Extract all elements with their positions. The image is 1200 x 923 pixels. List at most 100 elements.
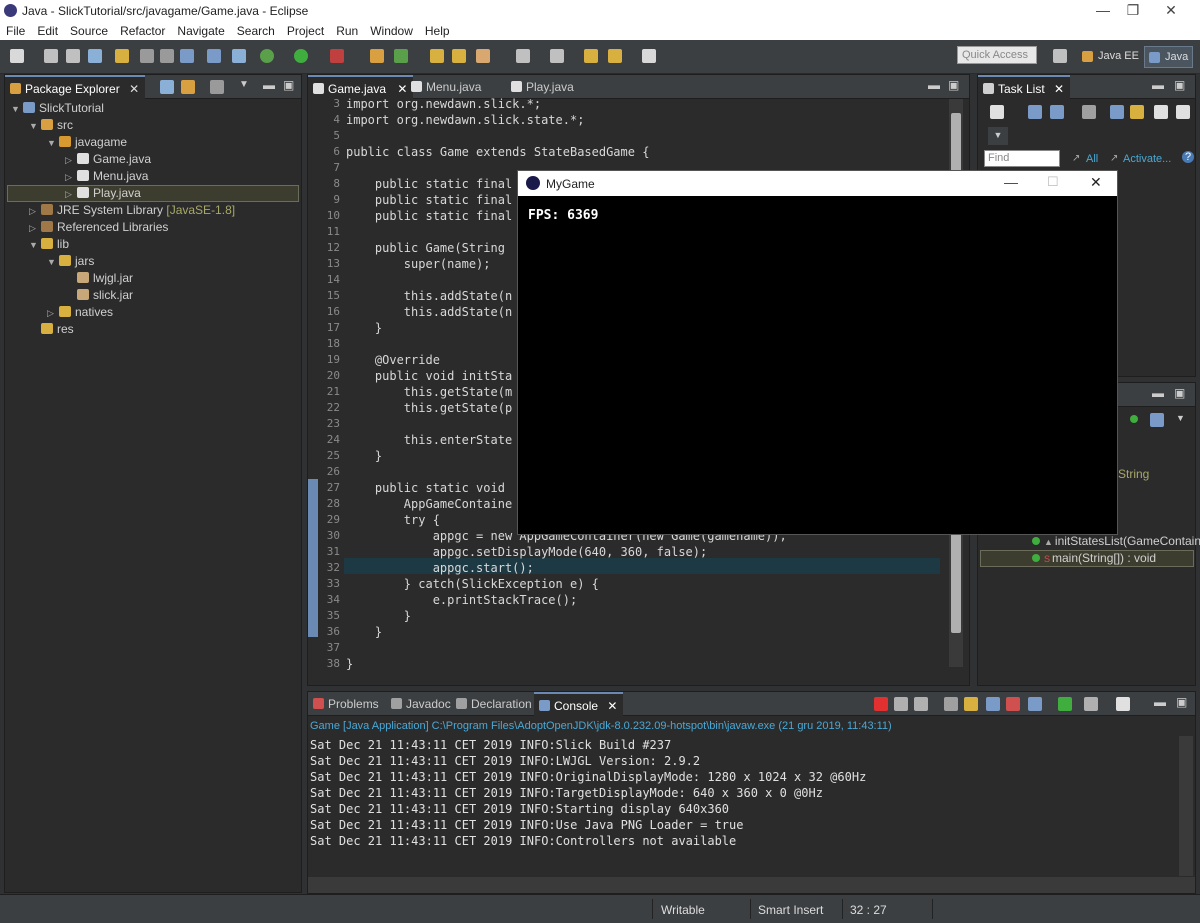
skip-breakpoints-icon[interactable] bbox=[232, 49, 246, 63]
minimize-view-icon[interactable]: ▬ bbox=[928, 78, 940, 92]
save-all-icon[interactable] bbox=[66, 49, 80, 63]
tree-item-javagame[interactable]: ▼ javagame bbox=[47, 135, 127, 152]
close-icon[interactable] bbox=[1176, 105, 1190, 119]
maximize-view-icon[interactable]: ▣ bbox=[1174, 78, 1185, 92]
tree-item-game-java[interactable]: ▷ Game.java bbox=[65, 152, 151, 169]
synchronize-icon[interactable] bbox=[1130, 105, 1144, 119]
menu-project[interactable]: Project bbox=[287, 24, 324, 38]
maximize-icon[interactable]: ☐ bbox=[1047, 174, 1059, 190]
close-tab-icon[interactable]: ✕ bbox=[1054, 82, 1064, 96]
save-icon[interactable] bbox=[44, 49, 58, 63]
tree-item-project[interactable]: ▼ SlickTutorial bbox=[11, 101, 104, 118]
close-icon[interactable]: ✕ bbox=[1090, 174, 1102, 191]
external-tools-icon[interactable] bbox=[330, 49, 344, 63]
public-filter-icon[interactable] bbox=[1130, 415, 1138, 423]
minimize-icon[interactable]: — bbox=[1004, 174, 1018, 190]
show-source-icon[interactable] bbox=[180, 49, 194, 63]
tab-declaration[interactable]: Declaration bbox=[451, 692, 538, 716]
menu-help[interactable]: Help bbox=[425, 24, 450, 38]
tree-item-src[interactable]: ▼ src bbox=[29, 118, 73, 135]
close-tab-icon[interactable]: ✕ bbox=[129, 82, 139, 96]
word-wrap-icon[interactable] bbox=[986, 697, 1000, 711]
outline-item-initstateslist[interactable]: ▲ initStatesList(GameContainer bbox=[1032, 534, 1200, 551]
minimize-view-icon[interactable]: ▬ bbox=[1154, 695, 1166, 709]
open-perspective-icon[interactable] bbox=[1053, 49, 1067, 63]
minimize-icon[interactable] bbox=[1154, 105, 1168, 119]
link-with-editor-icon[interactable] bbox=[181, 80, 195, 94]
view-menu-icon[interactable]: ▼ bbox=[988, 127, 1008, 145]
tab-package-explorer[interactable]: Package Explorer ✕ bbox=[5, 75, 146, 99]
collapse-all-icon[interactable] bbox=[1110, 105, 1124, 119]
tree-item-jars[interactable]: ▼ jars bbox=[47, 254, 94, 271]
quick-access-input[interactable]: Quick Access bbox=[957, 46, 1037, 64]
clear-console-icon[interactable] bbox=[944, 697, 958, 711]
remove-all-terminated-icon[interactable] bbox=[914, 697, 928, 711]
tree-item-ref-libs[interactable]: ▷ Referenced Libraries bbox=[29, 220, 168, 237]
status-insert-mode[interactable]: Smart Insert bbox=[758, 903, 823, 917]
tree-item-jre[interactable]: ▷ JRE System Library [JavaSE-1.8] bbox=[29, 203, 235, 220]
last-edit-location-icon[interactable] bbox=[584, 49, 598, 63]
toggle-block-icon[interactable] bbox=[140, 49, 154, 63]
maximize-icon[interactable]: ❐ bbox=[1118, 2, 1148, 19]
show-on-error-icon[interactable] bbox=[1028, 697, 1042, 711]
maximize-view-icon[interactable]: ▣ bbox=[948, 78, 959, 92]
terminate-icon[interactable] bbox=[874, 697, 888, 711]
perspective-java-ee[interactable]: Java EE bbox=[1078, 46, 1143, 68]
maximize-view-icon[interactable]: ▣ bbox=[1174, 386, 1185, 400]
tree-item-lwjgl-jar[interactable]: lwjgl.jar bbox=[65, 271, 133, 288]
close-tab-icon[interactable]: ✕ bbox=[607, 699, 617, 713]
tab-javadoc[interactable]: Javadoc bbox=[386, 692, 457, 716]
game-title-bar[interactable]: MyGame — ☐ ✕ bbox=[518, 171, 1117, 196]
maximize-view-icon[interactable]: ▣ bbox=[283, 78, 294, 92]
back-icon[interactable] bbox=[608, 49, 622, 63]
all-link[interactable]: All bbox=[1086, 153, 1098, 165]
print-icon[interactable] bbox=[88, 49, 102, 63]
minimize-icon[interactable]: — bbox=[1088, 2, 1118, 18]
terminal-icon[interactable] bbox=[207, 49, 221, 63]
tab-problems[interactable]: Problems bbox=[308, 692, 385, 716]
collapse-all-icon[interactable] bbox=[160, 80, 174, 94]
view-menu-icon[interactable]: ▼ bbox=[239, 79, 249, 90]
categorized-icon[interactable] bbox=[1028, 105, 1042, 119]
forward-icon[interactable] bbox=[642, 49, 656, 63]
mark-occurrences-icon[interactable] bbox=[115, 49, 129, 63]
debug-icon[interactable] bbox=[260, 49, 274, 63]
open-type-icon[interactable] bbox=[430, 49, 444, 63]
search-icon[interactable] bbox=[476, 49, 490, 63]
display-console-icon[interactable] bbox=[1084, 697, 1098, 711]
close-icon[interactable]: ✕ bbox=[1156, 2, 1186, 19]
new-icon[interactable] bbox=[10, 49, 24, 63]
console-vertical-scrollbar[interactable] bbox=[1179, 736, 1193, 876]
menu-run[interactable]: Run bbox=[336, 24, 358, 38]
activate-link[interactable]: Activate... bbox=[1123, 153, 1171, 165]
tree-item-lib[interactable]: ▼ lib bbox=[29, 237, 69, 254]
menu-search[interactable]: Search bbox=[237, 24, 275, 38]
new-java-package-icon[interactable] bbox=[370, 49, 384, 63]
open-console-icon[interactable] bbox=[1116, 697, 1130, 711]
menu-navigate[interactable]: Navigate bbox=[177, 24, 224, 38]
console-horizontal-scrollbar[interactable] bbox=[308, 877, 1195, 893]
remove-launch-icon[interactable] bbox=[894, 697, 908, 711]
menu-source[interactable]: Source bbox=[70, 24, 108, 38]
tab-menu-java[interactable]: Menu.java bbox=[406, 75, 487, 99]
next-annotation-icon[interactable] bbox=[516, 49, 530, 63]
tab-play-java[interactable]: Play.java bbox=[506, 75, 580, 99]
menu-file[interactable]: File bbox=[6, 24, 25, 38]
tree-item-res[interactable]: res bbox=[29, 322, 74, 339]
minimize-view-icon[interactable]: ▬ bbox=[1152, 78, 1164, 92]
minimize-view-icon[interactable]: ▬ bbox=[1152, 386, 1164, 400]
tab-task-list[interactable]: Task List ✕ bbox=[978, 75, 1071, 99]
tree-item-slick-jar[interactable]: slick.jar bbox=[65, 288, 133, 305]
view-menu-icon[interactable]: ▼ bbox=[1176, 413, 1185, 423]
pin-console-icon[interactable] bbox=[1058, 697, 1072, 711]
menu-refactor[interactable]: Refactor bbox=[120, 24, 165, 38]
prev-annotation-icon[interactable] bbox=[550, 49, 564, 63]
tree-item-menu-java[interactable]: ▷ Menu.java bbox=[65, 169, 148, 186]
tree-item-play-java[interactable]: ▷ Play.java bbox=[7, 185, 299, 202]
show-on-output-icon[interactable] bbox=[1006, 697, 1020, 711]
help-icon[interactable]: ? bbox=[1182, 151, 1194, 163]
tab-console[interactable]: Console ✕ bbox=[534, 692, 624, 716]
minimize-view-icon[interactable]: ▬ bbox=[263, 78, 275, 92]
toggle-whitespace-icon[interactable] bbox=[160, 49, 174, 63]
perspective-java[interactable]: Java bbox=[1144, 46, 1194, 68]
